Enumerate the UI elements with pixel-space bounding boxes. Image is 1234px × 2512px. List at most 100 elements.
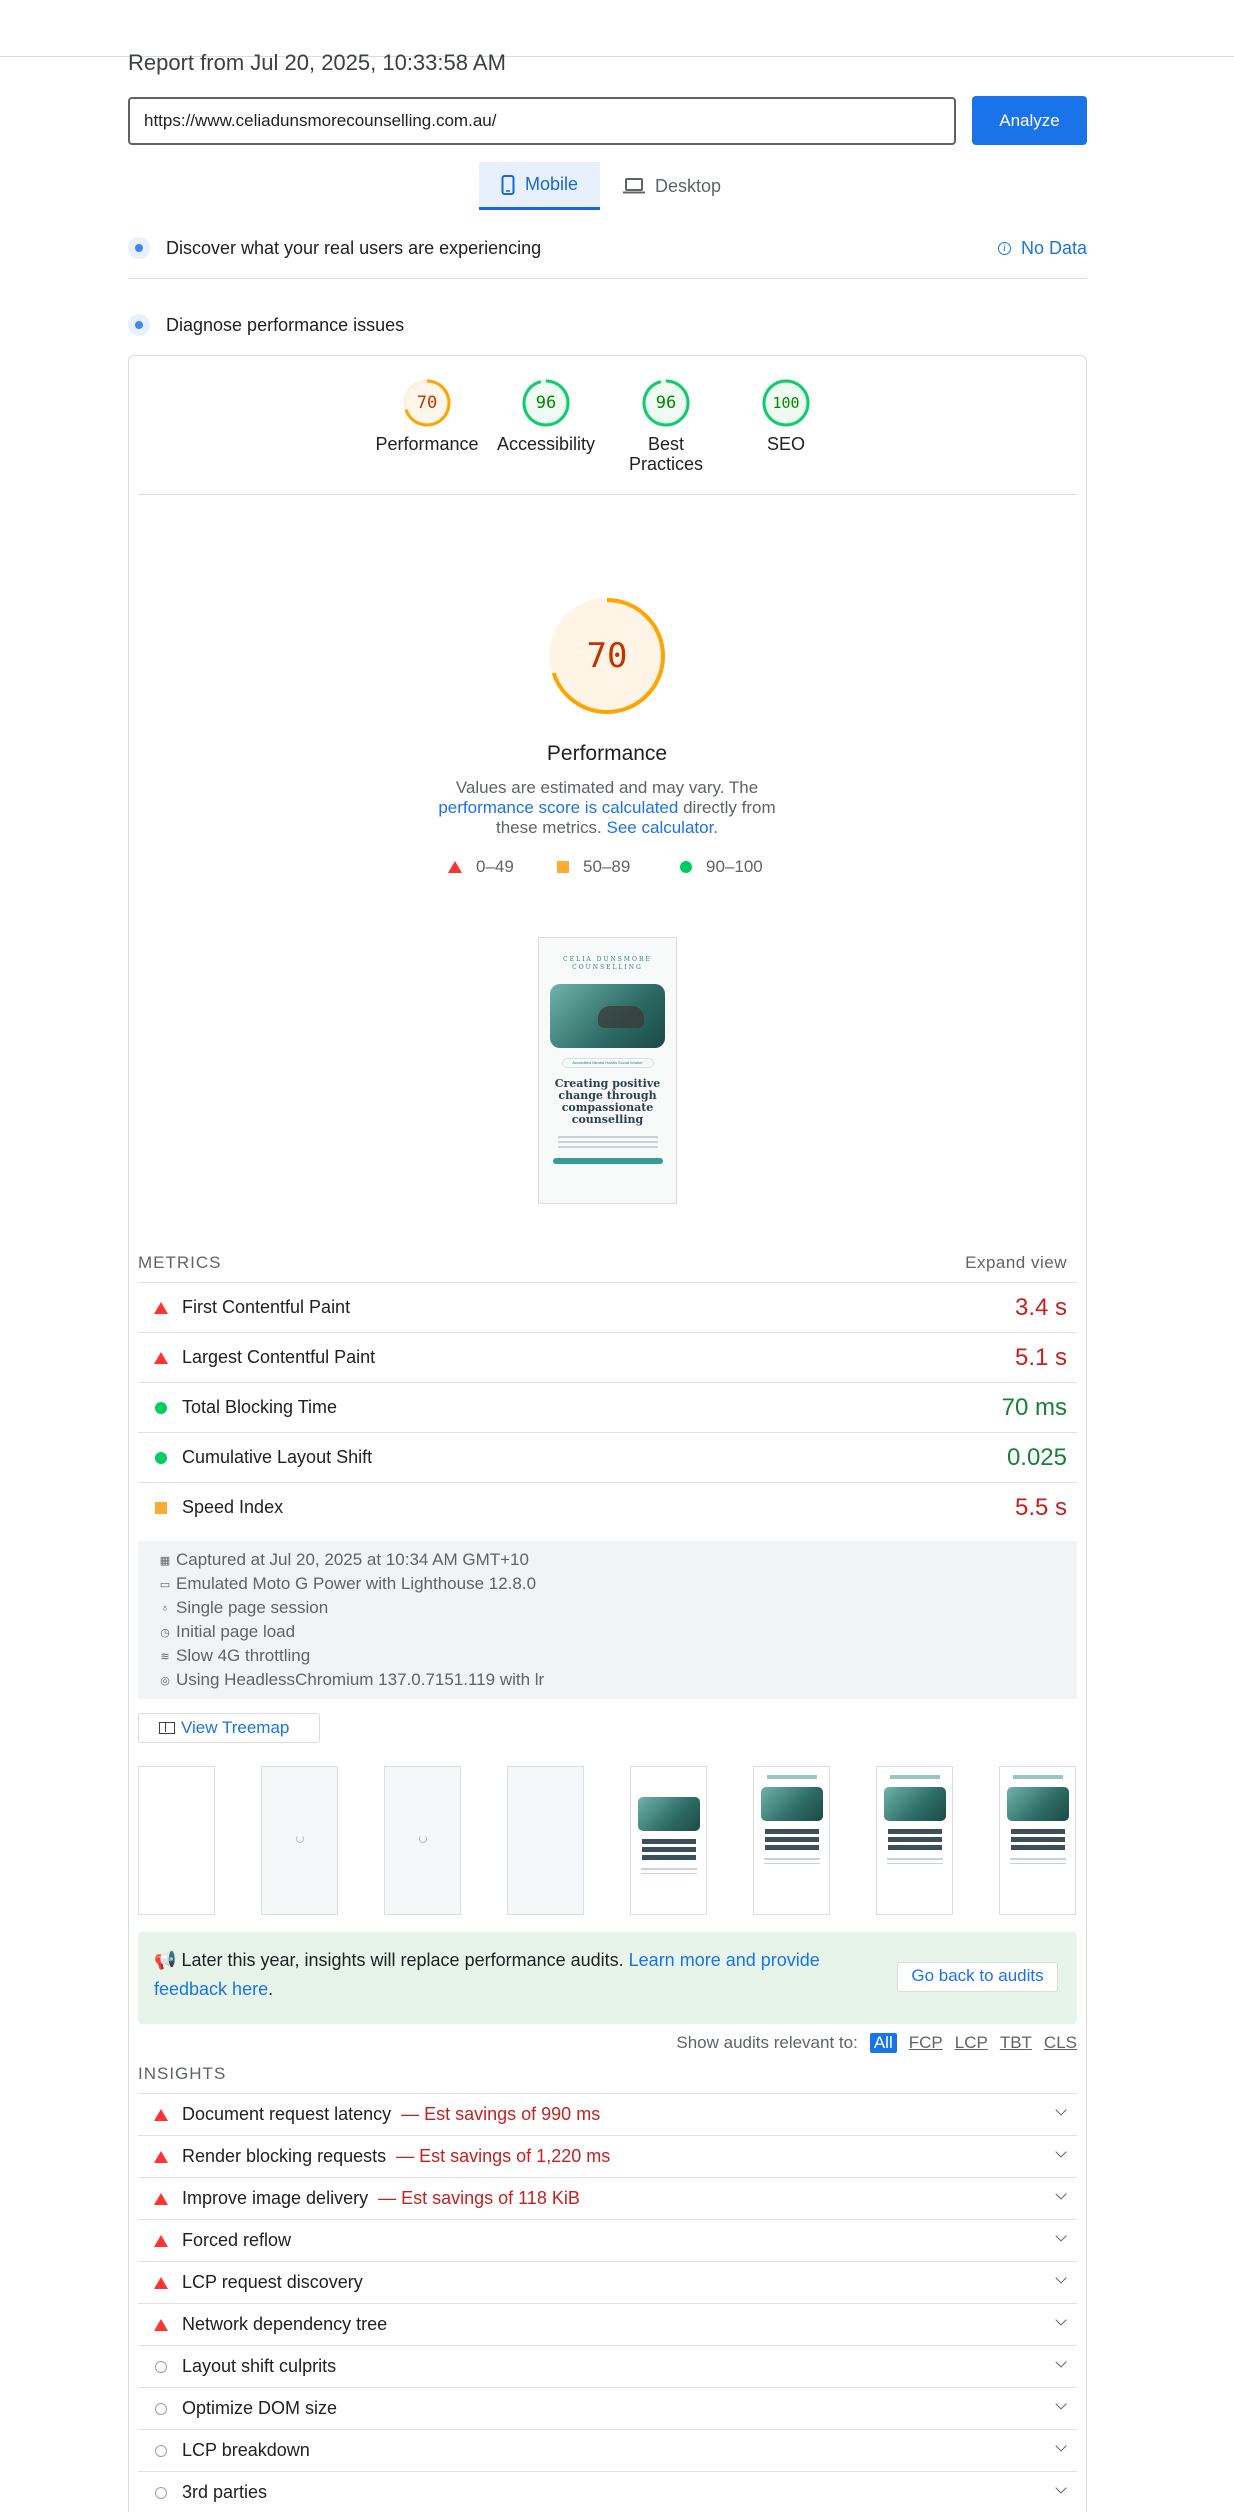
chevron-down-icon [1055, 2482, 1067, 2494]
no-data-label: No Data [1020, 237, 1087, 258]
divider [128, 278, 1087, 279]
filmstrip-frame [138, 1766, 215, 1915]
filter-cls[interactable]: CLS [1044, 2033, 1077, 2053]
info-icon: i [997, 241, 1011, 255]
env-browser: Using HeadlessChromium 137.0.7151.119 wi… [176, 1670, 545, 1689]
performance-score: 70 [586, 636, 628, 676]
runtime-settings: ▦ Captured at Jul 20, 2025 at 10:34 AM GM… [138, 1541, 1077, 1699]
insight-item[interactable]: Forced reflow [138, 2219, 1077, 2261]
screenshot-hero-title: Creating positive change through compass… [554, 1077, 661, 1126]
calculator-link[interactable]: See calculator. [607, 818, 719, 837]
performance-description: Values are estimated and may vary. The p… [420, 778, 794, 838]
chevron-down-icon [1055, 2314, 1067, 2326]
fail-icon [154, 2108, 168, 2121]
diagnose-label: Diagnose performance issues [166, 314, 405, 335]
fail-icon [154, 1301, 168, 1314]
device-icon: ▭ [159, 1578, 171, 1591]
insight-item[interactable]: Improve image delivery — Est savings of 1… [138, 2177, 1077, 2219]
screenshot-brand: CELIA DUNSMORE COUNSELLING [563, 956, 652, 971]
filters-label: Show audits relevant to: [676, 2033, 858, 2052]
no-data-link[interactable]: i No Data [997, 237, 1087, 259]
insight-item[interactable]: Document request latency — Est savings of… [138, 2093, 1077, 2135]
legend-fail: 0–49 [448, 857, 514, 877]
calendar-icon: ▦ [159, 1554, 171, 1567]
insight-item[interactable]: Network dependency tree [138, 2303, 1077, 2345]
info-circle-icon [155, 2360, 167, 2373]
megaphone-icon: 📢 [154, 1950, 177, 1970]
env-session: Single page session [176, 1598, 329, 1617]
analyze-button[interactable]: Analyze [972, 96, 1087, 145]
env-load: Initial page load [176, 1622, 296, 1641]
category-performance[interactable]: 70 Performance [367, 378, 487, 454]
category-label: SEO [766, 434, 805, 454]
metric-value: 5.1 s [1014, 1343, 1067, 1371]
field-data-label: Discover what your real users are experi… [166, 237, 542, 258]
filter-tbt[interactable]: TBT [1000, 2033, 1032, 2053]
metric-name: Cumulative Layout Shift [182, 1447, 373, 1467]
legend-average: 50–89 [557, 857, 630, 877]
tab-mobile[interactable]: Mobile [479, 162, 600, 210]
metric-value: 0.025 [1006, 1443, 1067, 1471]
view-treemap-button[interactable]: View Treemap [138, 1713, 320, 1743]
url-input[interactable] [128, 97, 956, 145]
insight-item[interactable]: Layout shift culprits [138, 2345, 1077, 2387]
insight-item[interactable]: Render blocking requests — Est savings of… [138, 2135, 1077, 2177]
metrics-header: METRICS Expand view [138, 1253, 1067, 1273]
category-label: Best Practices [628, 434, 704, 474]
session-icon: ♁ [160, 1602, 170, 1614]
insight-item[interactable]: 3rd parties [138, 2471, 1077, 2512]
score-calc-link[interactable]: performance score is calculated [438, 798, 678, 817]
screenshot-button [552, 1158, 663, 1164]
filter-all[interactable]: All [869, 2033, 897, 2053]
metric-speed-index: Speed Index 5.5 s [138, 1482, 1077, 1532]
expand-view-toggle[interactable]: Expand view [965, 1253, 1067, 1273]
chevron-down-icon [1055, 2188, 1067, 2200]
chevron-down-icon [1055, 2356, 1067, 2368]
insights-heading: INSIGHTS [138, 2064, 227, 2083]
filmstrip-frame [261, 1766, 338, 1915]
insight-name: Layout shift culprits [182, 2356, 337, 2376]
metric-value: 3.4 s [1014, 1293, 1067, 1321]
insight-savings: — Est savings of 1,220 ms [396, 2146, 611, 2166]
chevron-down-icon [1055, 2104, 1067, 2116]
insight-item[interactable]: LCP request discovery [138, 2261, 1077, 2303]
insight-name: Forced reflow [182, 2230, 292, 2250]
fail-icon [154, 1351, 168, 1364]
go-back-to-audits-button[interactable]: Go back to audits [897, 1962, 1058, 1992]
final-screenshot[interactable]: CELIA DUNSMORE COUNSELLING Accredited Me… [538, 937, 677, 1204]
filter-fcp[interactable]: FCP [909, 2033, 943, 2053]
filmstrip-frame [507, 1766, 584, 1915]
timer-icon: ◷ [160, 1626, 170, 1639]
legend-pass-label: 90–100 [706, 857, 763, 876]
category-label: Performance [375, 434, 479, 454]
square-icon [557, 861, 569, 873]
screenshot-pill: Accredited Mental Health Social Worker [561, 1058, 654, 1068]
category-best-practices[interactable]: 96 Best Practices [606, 378, 726, 474]
metric-name: Total Blocking Time [182, 1397, 338, 1417]
chevron-down-icon [1055, 2146, 1067, 2158]
info-circle-icon [155, 2486, 167, 2499]
metric-fcp: First Contentful Paint 3.4 s [138, 1282, 1077, 1332]
fail-icon [154, 2318, 168, 2331]
category-seo[interactable]: 100 SEO [726, 378, 846, 454]
notice-end: . [268, 1979, 274, 1999]
divider [138, 494, 1077, 495]
tab-desktop[interactable]: Desktop [616, 162, 728, 210]
performance-gauge: 70 [548, 597, 666, 715]
category-accessibility[interactable]: 96 Accessibility [486, 378, 606, 454]
fail-icon [154, 2192, 168, 2205]
notice-text: Later this year, insights will replace p… [181, 1950, 629, 1970]
circle-icon [680, 861, 692, 873]
diagnose-section: Diagnose performance issues [128, 313, 1087, 337]
insight-name: Render blocking requests [182, 2146, 387, 2166]
screenshot-text-lines [557, 1136, 658, 1148]
info-circle-icon [155, 2444, 167, 2457]
metric-name: First Contentful Paint [182, 1297, 351, 1317]
chevron-down-icon [1055, 2440, 1067, 2452]
insight-name: 3rd parties [182, 2482, 268, 2502]
fail-icon [154, 2150, 168, 2163]
insight-item[interactable]: Optimize DOM size [138, 2387, 1077, 2429]
insight-savings: — Est savings of 990 ms [401, 2104, 601, 2124]
insight-item[interactable]: LCP breakdown [138, 2429, 1077, 2471]
filter-lcp[interactable]: LCP [955, 2033, 988, 2053]
